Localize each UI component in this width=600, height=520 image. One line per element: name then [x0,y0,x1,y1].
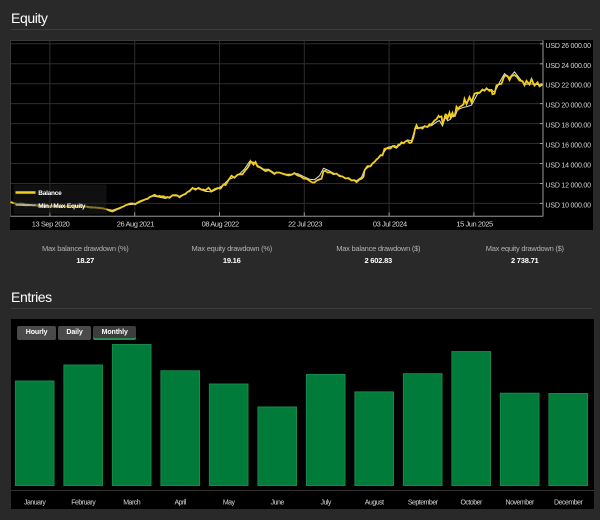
svg-text:January: January [24,500,46,507]
svg-text:15 Jun 2025: 15 Jun 2025 [456,220,493,229]
svg-text:December: December [554,500,583,507]
svg-text:USD 12 000.00: USD 12 000.00 [546,183,592,190]
svg-text:October: October [460,500,483,507]
svg-text:USD 24 000.00: USD 24 000.00 [546,63,592,70]
svg-text:13 Sep 2020: 13 Sep 2020 [32,220,70,229]
svg-text:USD 16 000.00: USD 16 000.00 [546,143,592,150]
svg-text:USD 10 000.00: USD 10 000.00 [546,202,592,209]
svg-text:USD 18 000.00: USD 18 000.00 [546,123,592,130]
svg-text:USD 14 000.00: USD 14 000.00 [546,163,592,170]
svg-text:USD 20 000.00: USD 20 000.00 [546,103,592,110]
svg-text:USD 26 000.00: USD 26 000.00 [546,43,592,50]
svg-text:08 Aug 2022: 08 Aug 2022 [202,220,239,229]
svg-text:Min / Max Equity: Min / Max Equity [38,203,86,210]
svg-text:August: August [365,500,384,507]
svg-text:26 Aug 2021: 26 Aug 2021 [117,220,154,229]
svg-text:September: September [408,500,439,507]
svg-text:March: March [123,500,141,507]
svg-text:June: June [271,500,285,507]
svg-text:USD 22 000.00: USD 22 000.00 [546,83,592,90]
svg-text:Balance: Balance [38,190,62,197]
svg-text:22 Jul 2023: 22 Jul 2023 [288,220,322,229]
svg-text:May: May [223,500,236,507]
svg-text:February: February [71,500,96,507]
svg-text:03 Jul 2024: 03 Jul 2024 [373,220,407,229]
svg-text:July: July [320,500,331,507]
svg-text:November: November [506,500,535,507]
svg-text:April: April [174,500,186,507]
